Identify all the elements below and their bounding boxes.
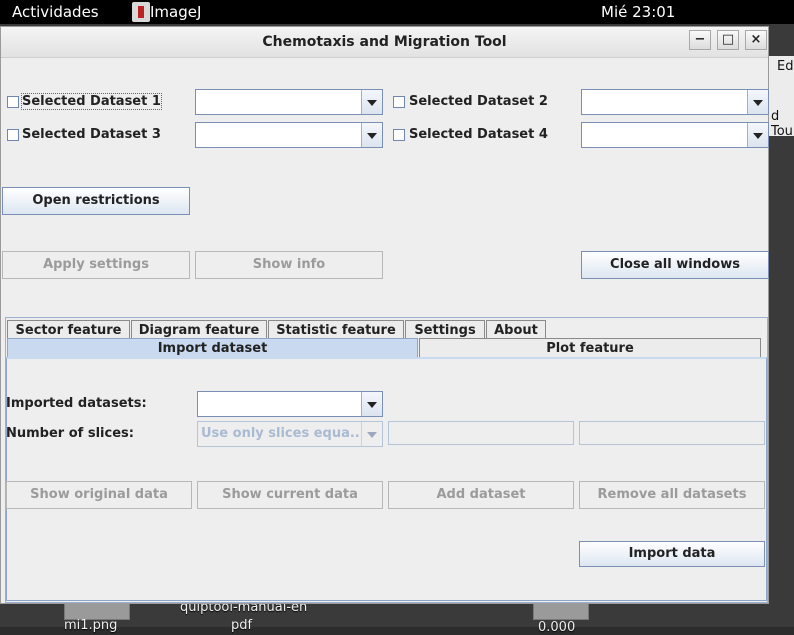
app-menu-label[interactable]: ImageJ [150, 3, 201, 21]
menu-fragment[interactable]: Edi [777, 59, 794, 74]
chevron-down-icon[interactable] [361, 392, 382, 416]
chevron-down-icon[interactable] [361, 123, 382, 147]
window-titlebar[interactable]: Chemotaxis and Migration Tool − □ × [1, 27, 768, 58]
desktop-icon-label: mi1.png [64, 618, 118, 633]
tab-settings[interactable]: Settings [405, 320, 485, 340]
tab-plot-feature[interactable]: Plot feature [419, 338, 761, 358]
window-title: Chemotaxis and Migration Tool [262, 34, 507, 50]
dataset-2-checkbox[interactable] [393, 96, 405, 108]
slices-field-2[interactable] [579, 421, 765, 445]
add-dataset-button[interactable]: Add dataset [388, 481, 574, 509]
desktop-icon-label: pdf [231, 618, 253, 633]
tab-about[interactable]: About [486, 320, 546, 340]
dataset-3-checkbox[interactable] [7, 129, 19, 141]
dataset-4-select[interactable] [581, 122, 769, 148]
text-fragment: d Tou [771, 109, 793, 139]
chevron-down-icon[interactable] [361, 90, 382, 114]
maximize-icon[interactable]: □ [717, 30, 739, 50]
slices-value: Use only slices equa... [201, 426, 365, 441]
close-all-windows-button[interactable]: Close all windows [581, 251, 769, 279]
close-icon[interactable]: × [745, 30, 767, 50]
dataset-1-label[interactable]: Selected Dataset 1 [21, 93, 162, 110]
tab-statistic-feature[interactable]: Statistic feature [268, 320, 404, 340]
chevron-down-icon[interactable] [747, 90, 768, 114]
show-current-data-button[interactable]: Show current data [197, 481, 383, 509]
show-original-data-button[interactable]: Show original data [6, 481, 192, 509]
tab-import-dataset[interactable]: Import dataset [7, 338, 418, 358]
slices-field-1[interactable] [388, 421, 574, 445]
minimize-icon[interactable]: − [689, 30, 711, 50]
slices-select[interactable]: Use only slices equa... [197, 421, 383, 447]
tab-sector-feature[interactable]: Sector feature [7, 320, 130, 340]
show-info-button[interactable]: Show info [195, 251, 383, 279]
dataset-1-select[interactable] [195, 89, 383, 115]
dataset-4-label[interactable]: Selected Dataset 4 [409, 127, 548, 142]
activities-menu[interactable]: Actividades [12, 3, 99, 21]
background-window[interactable]: Edi d Tou [768, 56, 794, 139]
dataset-4-checkbox[interactable] [393, 129, 405, 141]
chevron-down-icon[interactable] [747, 123, 768, 147]
dataset-3-label[interactable]: Selected Dataset 3 [22, 127, 161, 142]
clock[interactable]: Mié 23:01 [601, 3, 675, 21]
dataset-2-select[interactable] [581, 89, 769, 115]
remove-all-datasets-button[interactable]: Remove all datasets [579, 481, 765, 509]
open-restrictions-button[interactable]: Open restrictions [2, 187, 190, 215]
dataset-1-checkbox[interactable] [7, 96, 19, 108]
chevron-down-icon[interactable] [361, 422, 382, 446]
dataset-2-label[interactable]: Selected Dataset 2 [409, 94, 548, 109]
dataset-3-select[interactable] [195, 122, 383, 148]
tab-diagram-feature[interactable]: Diagram feature [131, 320, 267, 340]
imagej-app-icon[interactable] [132, 2, 150, 22]
chemotaxis-window: Chemotaxis and Migration Tool − □ × Sele… [0, 26, 769, 604]
imported-datasets-label: Imported datasets: [6, 396, 147, 411]
desktop-icon-label: 0.000 [538, 620, 576, 635]
slices-label: Number of slices: [6, 426, 134, 441]
imported-datasets-select[interactable] [197, 391, 383, 417]
apply-settings-button[interactable]: Apply settings [2, 251, 190, 279]
system-top-bar: Actividades ImageJ Mié 23:01 [0, 0, 794, 24]
